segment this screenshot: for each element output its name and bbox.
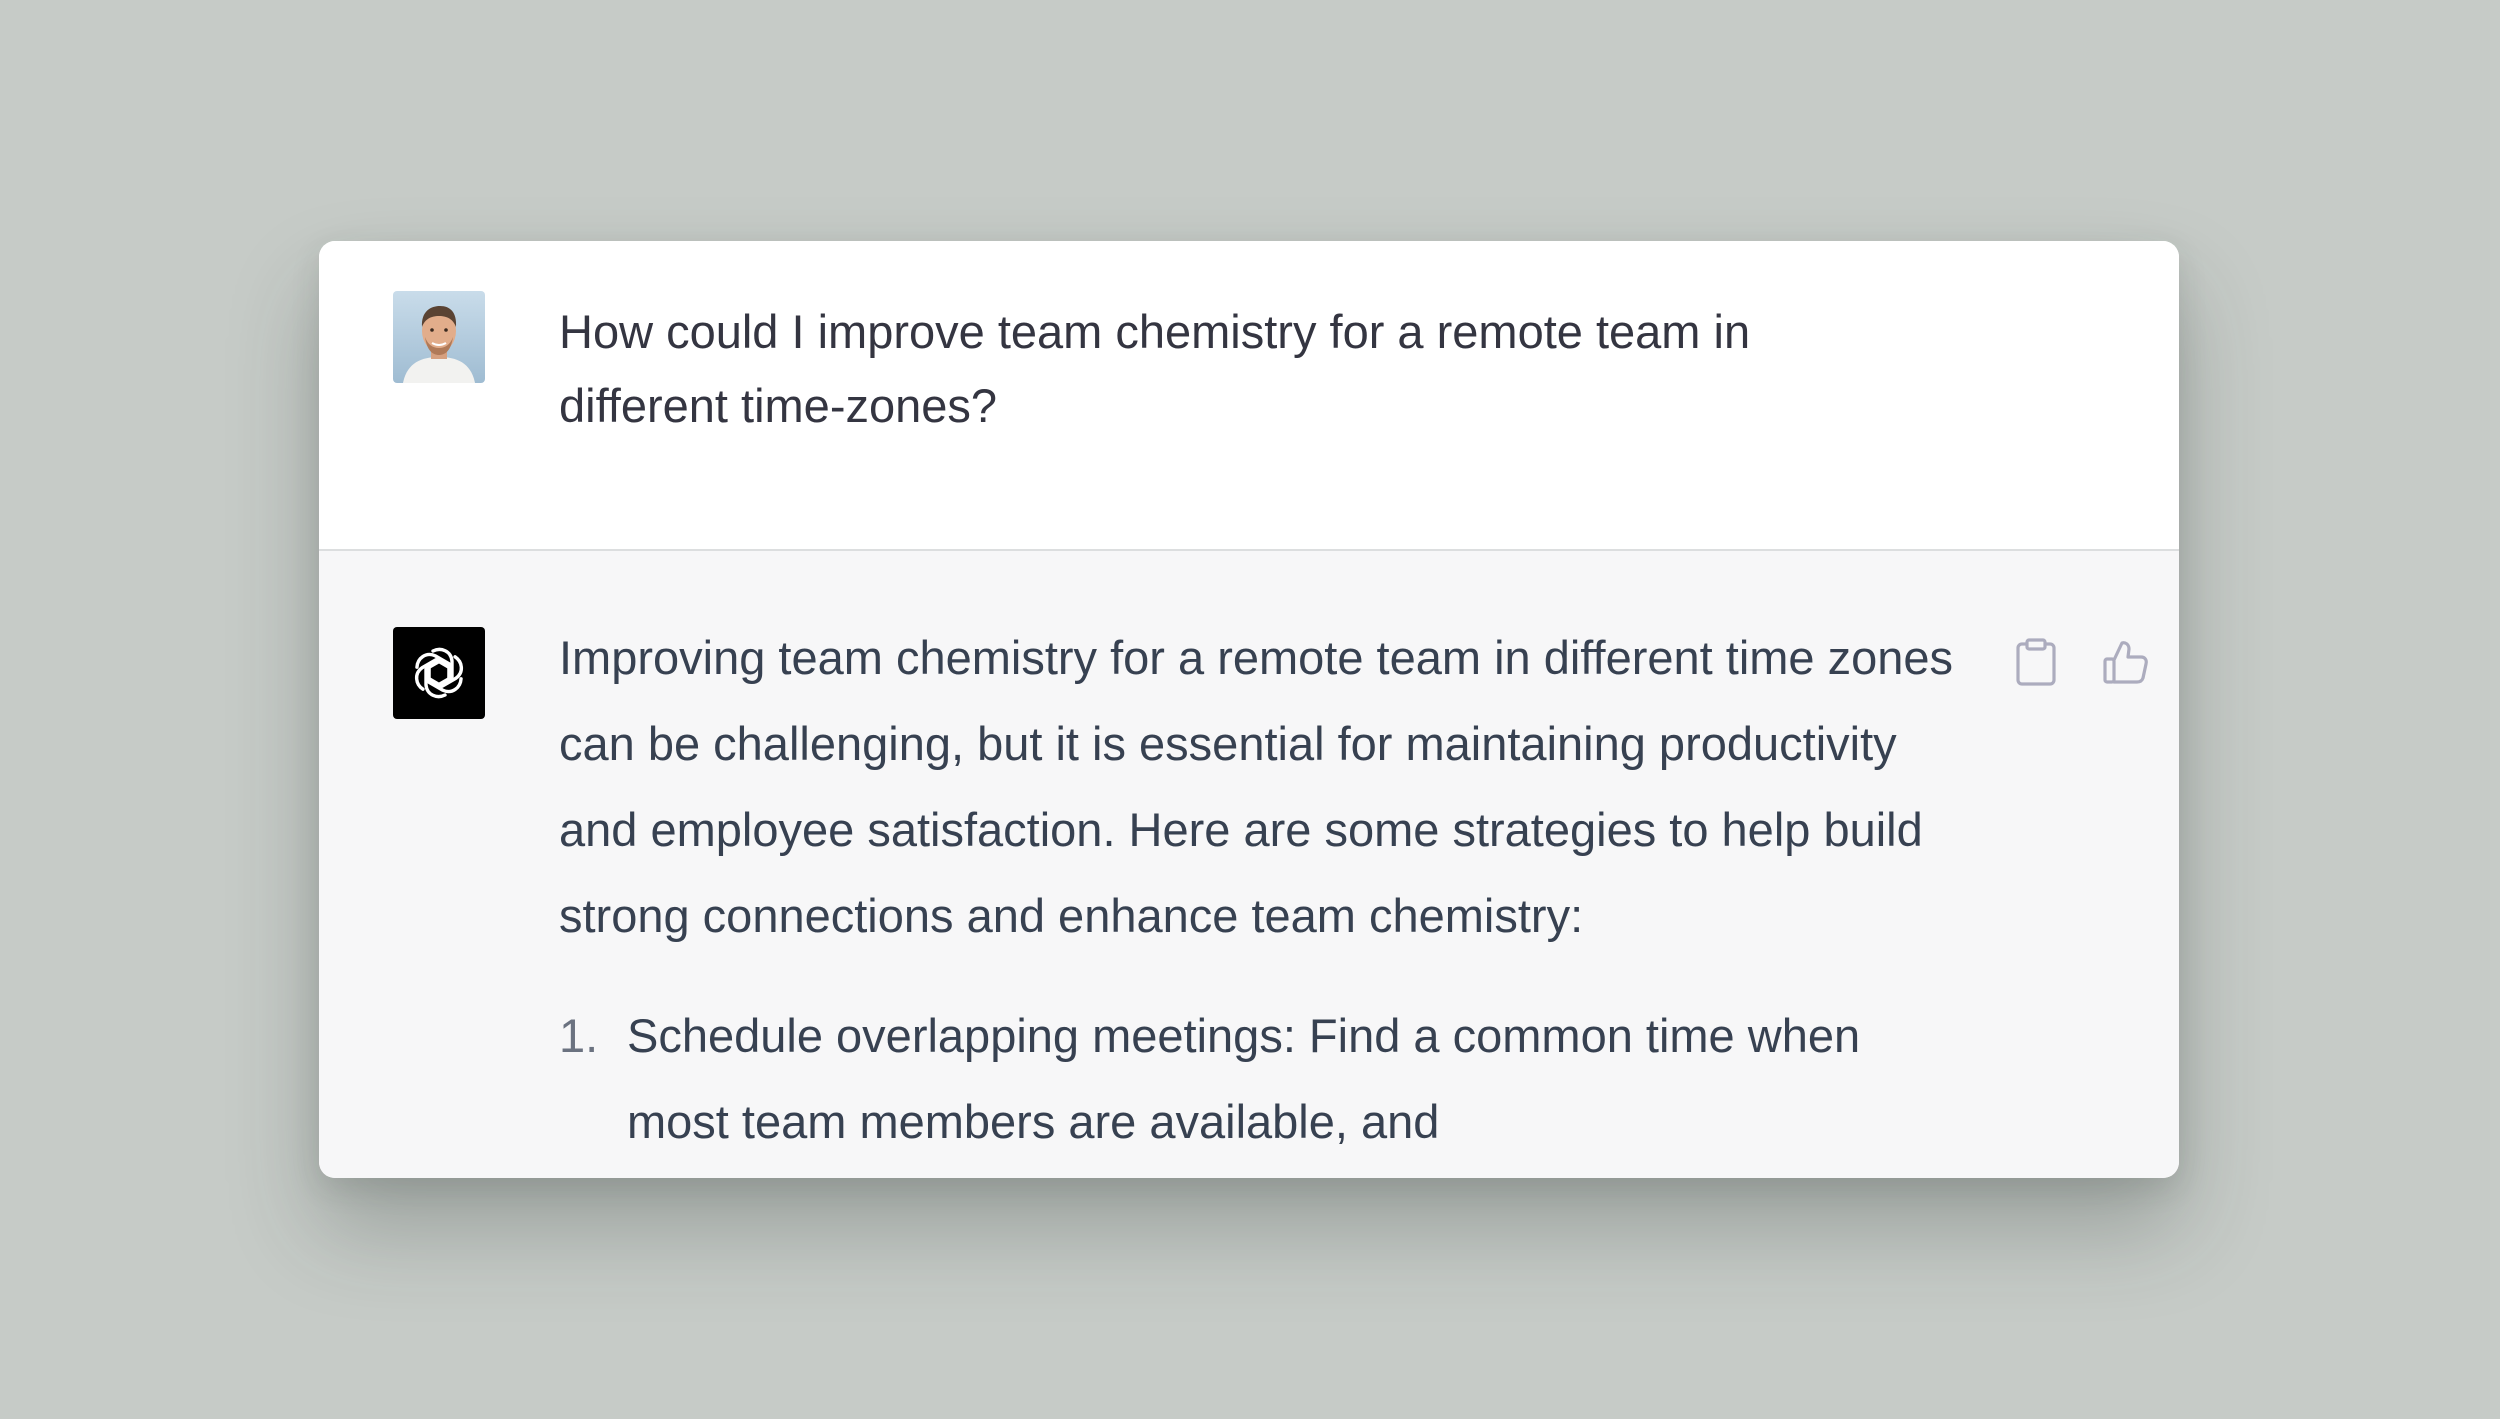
list-item-number: 1.	[559, 1009, 599, 1062]
copy-button[interactable]	[2009, 635, 2063, 689]
thumbs-up-icon	[2103, 641, 2148, 684]
user-avatar-photo-icon	[393, 291, 485, 383]
answer-list: 1. Schedule overlapping meetings: Find a…	[559, 993, 1959, 1165]
user-message-row: How could I improve team chemistry for a…	[319, 241, 2179, 551]
user-avatar	[393, 291, 485, 383]
list-item-text: Schedule overlapping meetings: Find a co…	[627, 1009, 1861, 1148]
user-message-text: How could I improve team chemistry for a…	[559, 305, 1751, 432]
assistant-message-row: Improving team chemistry for a remote te…	[319, 551, 2179, 1178]
chat-card: How could I improve team chemistry for a…	[319, 241, 2179, 1178]
message-actions	[2009, 635, 2153, 689]
thumbs-up-button[interactable]	[2099, 635, 2153, 689]
assistant-message-body: Improving team chemistry for a remote te…	[559, 615, 1959, 1165]
assistant-intro-text: Improving team chemistry for a remote te…	[559, 631, 1954, 942]
openai-logo-icon	[414, 647, 464, 699]
clipboard-icon	[2016, 638, 2056, 686]
list-item: 1. Schedule overlapping meetings: Find a…	[559, 993, 1957, 1165]
assistant-avatar	[393, 627, 485, 719]
